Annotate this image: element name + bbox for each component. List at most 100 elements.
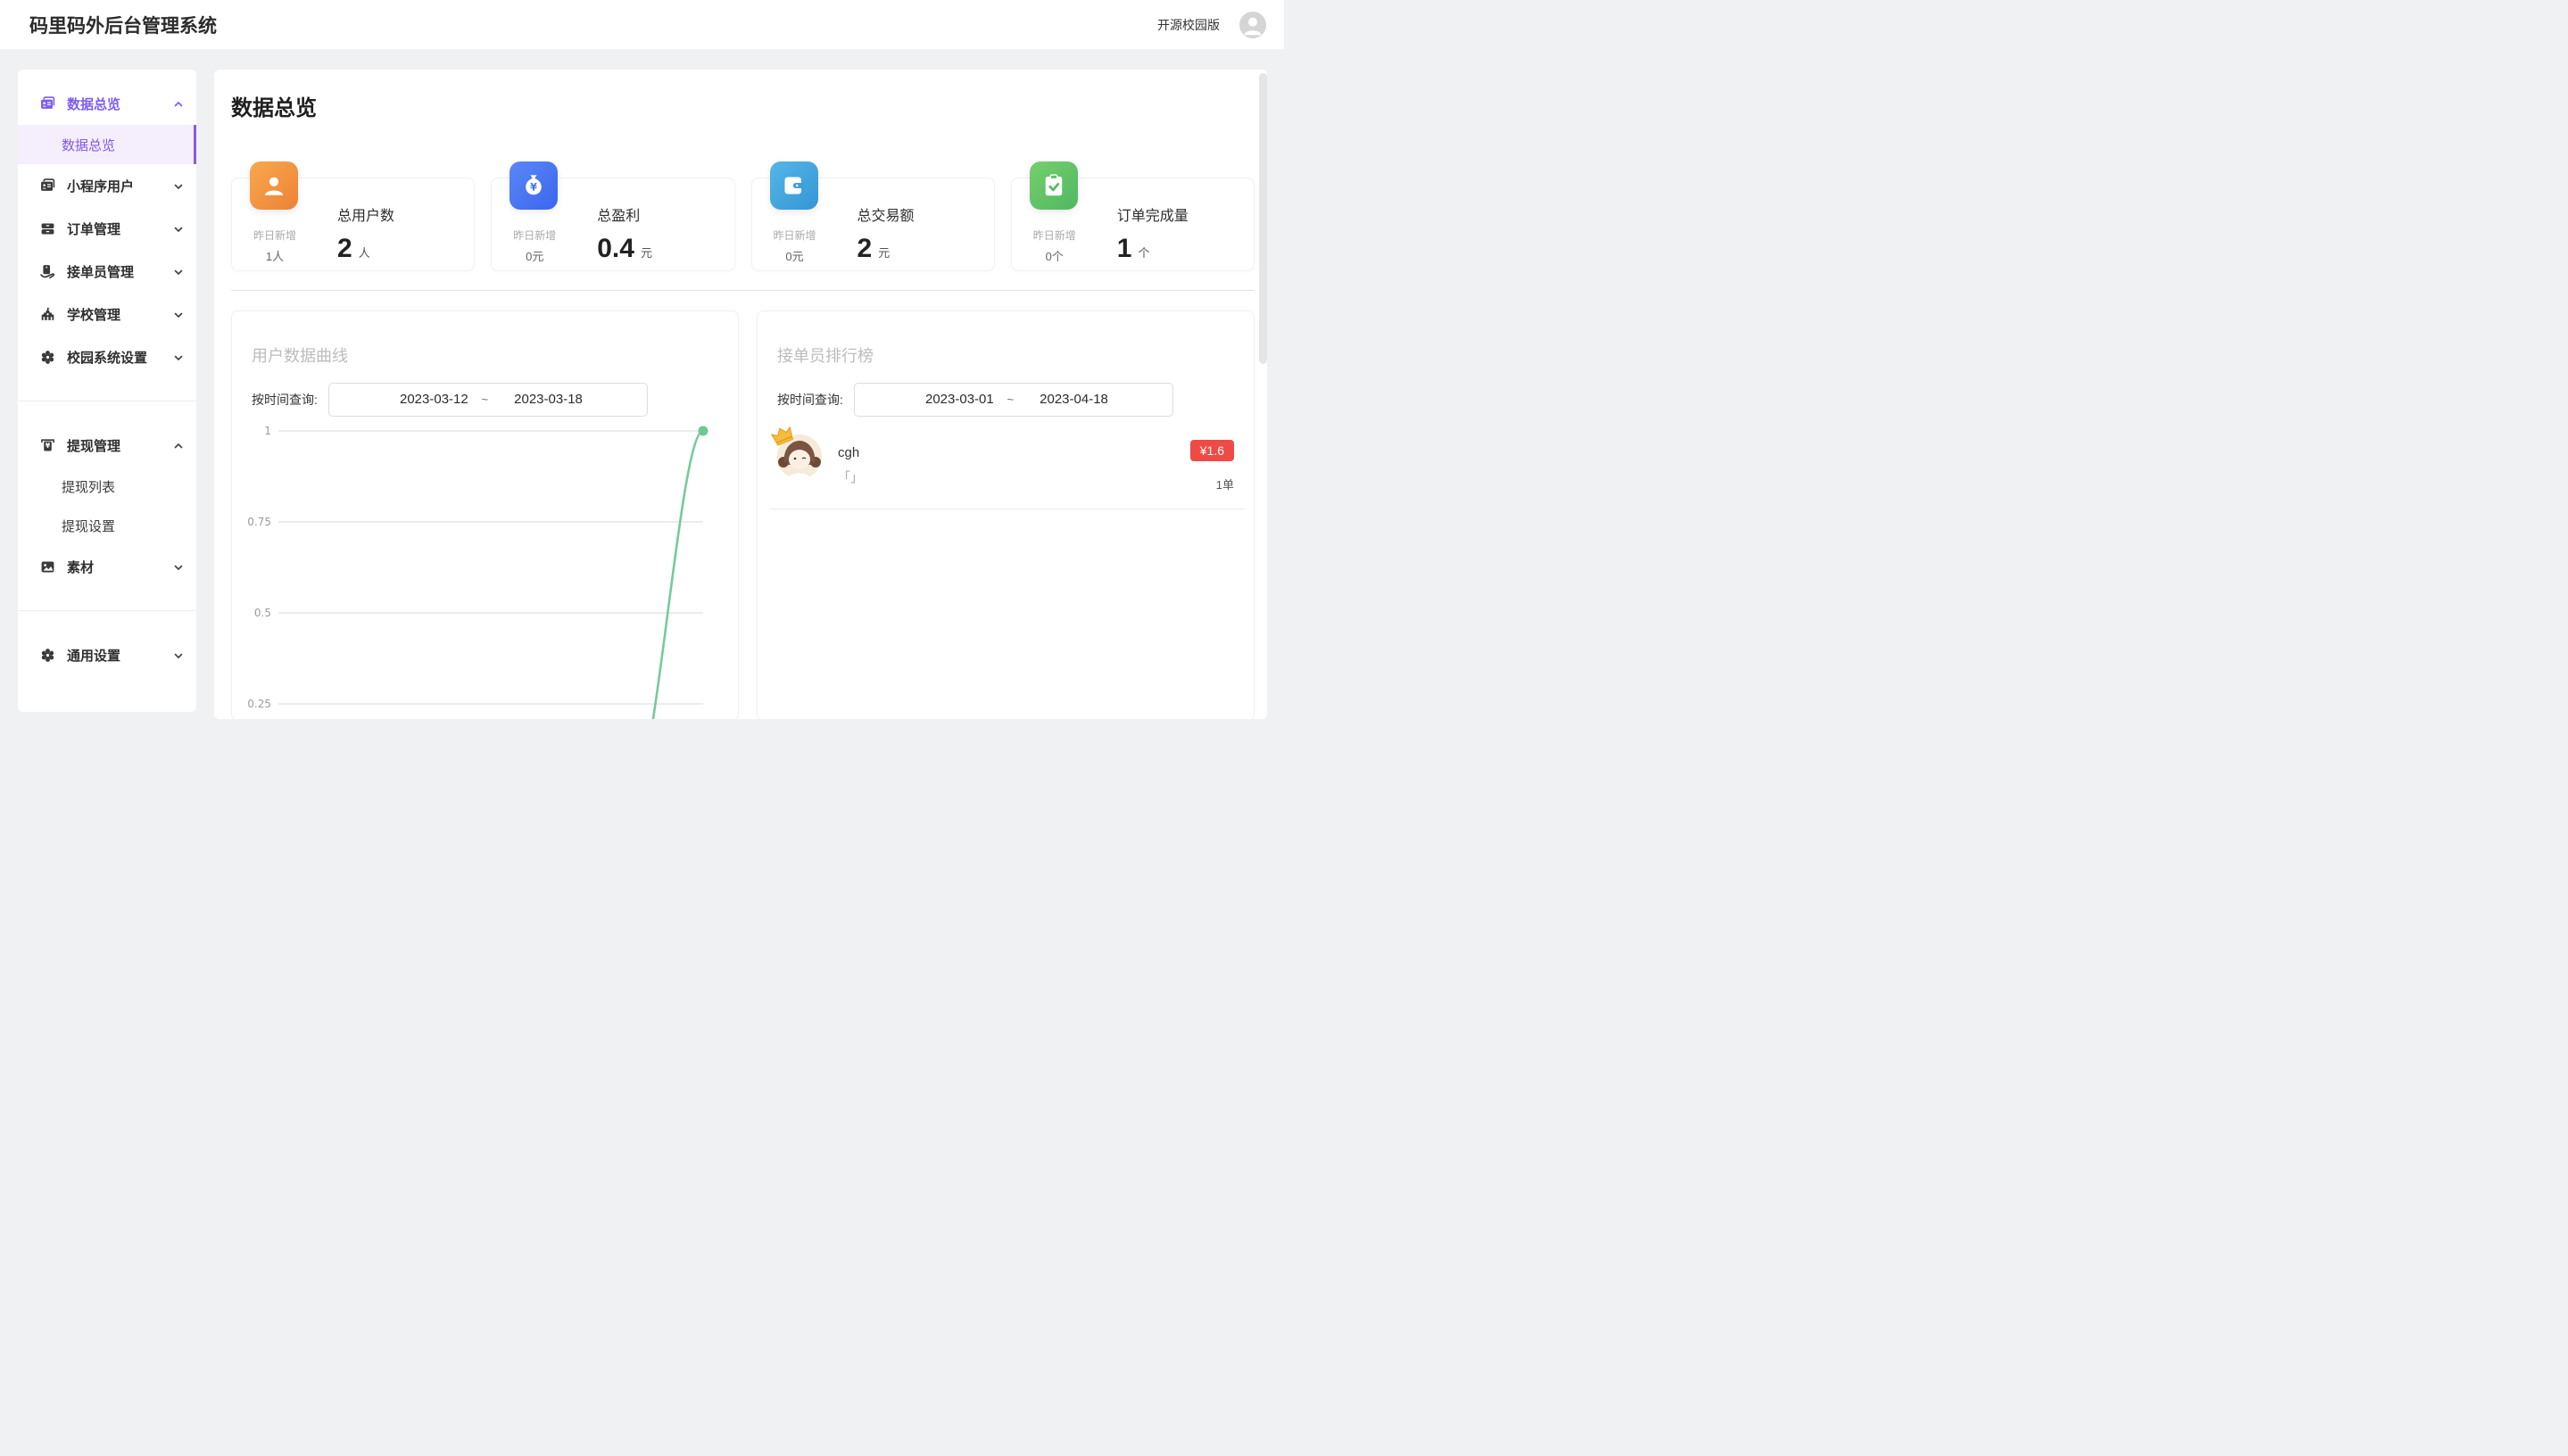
sidebar-divider: [18, 610, 196, 611]
sidebar-group-label: 提现管理: [67, 436, 173, 455]
sidebar-group-label: 订单管理: [67, 219, 173, 238]
sidebar-group-4[interactable]: 学校管理: [18, 293, 196, 335]
campus-settings-icon: [40, 350, 55, 365]
yesterday-value: 0个: [1017, 247, 1092, 264]
chevron-down-icon: [173, 561, 184, 572]
sidebar-group-label: 数据总览: [67, 95, 173, 113]
user-data-line-chart: 1 0.75 0.5 0.25: [232, 418, 738, 719]
stat-label: 总盈利: [597, 203, 652, 225]
chart-end-dot: [699, 426, 708, 436]
app-title: 码里码外后台管理系统: [29, 12, 217, 38]
sidebar: 数据总览数据总览小程序用户订单管理接单员管理学校管理校园系统设置¥提现管理提现列…: [18, 70, 196, 712]
sidebar-group-3[interactable]: 接单员管理: [18, 250, 196, 293]
main-scrollbar-thumb[interactable]: [1259, 73, 1267, 364]
svg-text:0.75: 0.75: [247, 516, 271, 528]
stat-value: 2: [337, 234, 352, 264]
sidebar-group-5[interactable]: 校园系统设置: [18, 335, 196, 378]
chevron-down-icon: [173, 180, 184, 191]
ranking-date-end[interactable]: 2023-04-18: [1040, 384, 1108, 416]
stat-cards-row: 昨日新增1人总用户数2人¥昨日新增0元总盈利0.4元昨日新增0元总交易额2元昨日…: [231, 178, 1255, 271]
stat-value: 1: [1117, 234, 1132, 264]
courier-ranking-panel: 接单员排行榜 按时间查询: 2023-03-01 ~ 2023-04-18 cg…: [757, 310, 1255, 719]
ranking-date-range-picker[interactable]: 2023-03-01 ~ 2023-04-18: [854, 383, 1173, 417]
svg-text:1: 1: [264, 425, 271, 437]
user-data-chart-panel: 用户数据曲线 按时间查询: 2023-03-12 ~ 2023-03-18 1 0…: [231, 310, 739, 719]
chevron-down-icon: [173, 266, 184, 277]
chevron-down-icon: [173, 649, 184, 660]
sidebar-group-8[interactable]: 素材: [18, 545, 196, 588]
chevron-down-icon: [173, 309, 184, 319]
chevron-up-icon: [173, 98, 184, 109]
ranking-list: cgh「」¥1.61单: [770, 417, 1245, 509]
sidebar-group-label: 通用设置: [67, 646, 173, 665]
section-divider: [231, 290, 1255, 291]
user-avatar[interactable]: [1239, 12, 1266, 38]
courier-avatar: [777, 434, 822, 479]
stat-card-3: 昨日新增 0个 订单完成量 1个: [1011, 178, 1255, 271]
material-icon: [40, 559, 55, 575]
order-count: 1单: [1216, 476, 1234, 492]
sidebar-group-label: 素材: [67, 558, 173, 576]
yesterday-value: 1人: [237, 247, 312, 264]
svg-text:¥: ¥: [46, 442, 51, 450]
stat-card-1: ¥ 昨日新增 0元 总盈利 0.4 元: [491, 178, 734, 271]
chart-date-end[interactable]: 2023-03-18: [514, 384, 583, 416]
sidebar-subitem[interactable]: 提现设置: [18, 506, 196, 545]
top-header: 码里码外后台管理系统 开源校园版: [0, 0, 1284, 49]
chart-panel-title: 用户数据曲线: [252, 343, 738, 367]
stat-value: 2: [857, 234, 873, 264]
svg-text:0.5: 0.5: [254, 607, 271, 619]
person-icon: [1239, 12, 1266, 38]
ranking-filter-label: 按时间查询:: [777, 391, 843, 409]
stat-card-2: 昨日新增 0元 总交易额 2元: [751, 178, 995, 271]
ranking-panel-title: 接单员排行榜: [777, 343, 1254, 367]
chart-date-range-picker[interactable]: 2023-03-12 ~ 2023-03-18: [328, 383, 648, 417]
main-panel: 数据总览 昨日新增1人总用户数2人¥昨日新增0元总盈利0.4元昨日新增0元总交易…: [214, 70, 1267, 719]
chevron-down-icon: [173, 352, 184, 362]
stat-unit: 人: [359, 244, 370, 261]
stat-unit: 个: [1138, 244, 1149, 261]
yesterday-label: 昨日新增: [1017, 228, 1092, 243]
sidebar-group-10[interactable]: 通用设置: [18, 633, 196, 676]
svg-text:¥: ¥: [530, 181, 537, 193]
miniprogram-users-icon: [40, 178, 55, 194]
money-bag-icon: ¥: [509, 161, 558, 210]
page-title: 数据总览: [231, 90, 1255, 121]
stat-value: 0.4: [597, 234, 634, 264]
stat-unit: 元: [641, 244, 652, 261]
user-icon: [250, 161, 298, 210]
ranking-item: cgh「」¥1.61单: [770, 417, 1245, 509]
sidebar-subitem[interactable]: 提现列表: [18, 467, 196, 506]
ranking-date-start[interactable]: 2023-03-01: [925, 384, 994, 416]
orders-icon: [40, 221, 55, 236]
stat-unit: 元: [878, 244, 890, 261]
clipboard-check-icon: [1030, 161, 1078, 210]
stat-label: 总交易额: [857, 203, 915, 225]
sidebar-group-2[interactable]: 订单管理: [18, 207, 196, 250]
sidebar-subitem[interactable]: 数据总览: [18, 125, 196, 164]
yesterday-value: 0元: [758, 247, 833, 264]
chevron-up-icon: [173, 440, 184, 451]
chart-date-start[interactable]: 2023-03-12: [400, 384, 468, 416]
school-icon: [40, 307, 55, 322]
yesterday-value: 0元: [497, 247, 572, 264]
yesterday-label: 昨日新增: [497, 228, 572, 243]
withdraw-icon: ¥: [40, 438, 55, 453]
stat-label: 总用户数: [337, 203, 394, 225]
sidebar-group-label: 学校管理: [67, 305, 173, 324]
chart-filter-label: 按时间查询:: [252, 391, 318, 409]
yesterday-label: 昨日新增: [758, 228, 833, 243]
sidebar-group-0[interactable]: 数据总览: [18, 82, 196, 125]
stat-label: 订单完成量: [1117, 203, 1189, 225]
sidebar-group-label: 小程序用户: [67, 177, 173, 195]
sidebar-group-7[interactable]: ¥ 提现管理: [18, 424, 196, 467]
svg-text:0.25: 0.25: [247, 698, 271, 710]
courier-name: cgh: [838, 445, 859, 460]
wallet-icon: [770, 161, 818, 210]
stat-card-0: 昨日新增1人总用户数2人: [231, 178, 475, 271]
edition-label: 开源校园版: [1157, 16, 1220, 34]
general-settings-icon: [40, 648, 55, 663]
courier-icon: [40, 264, 55, 279]
sidebar-group-1[interactable]: 小程序用户: [18, 164, 196, 207]
courier-signature: 「」: [838, 468, 863, 486]
